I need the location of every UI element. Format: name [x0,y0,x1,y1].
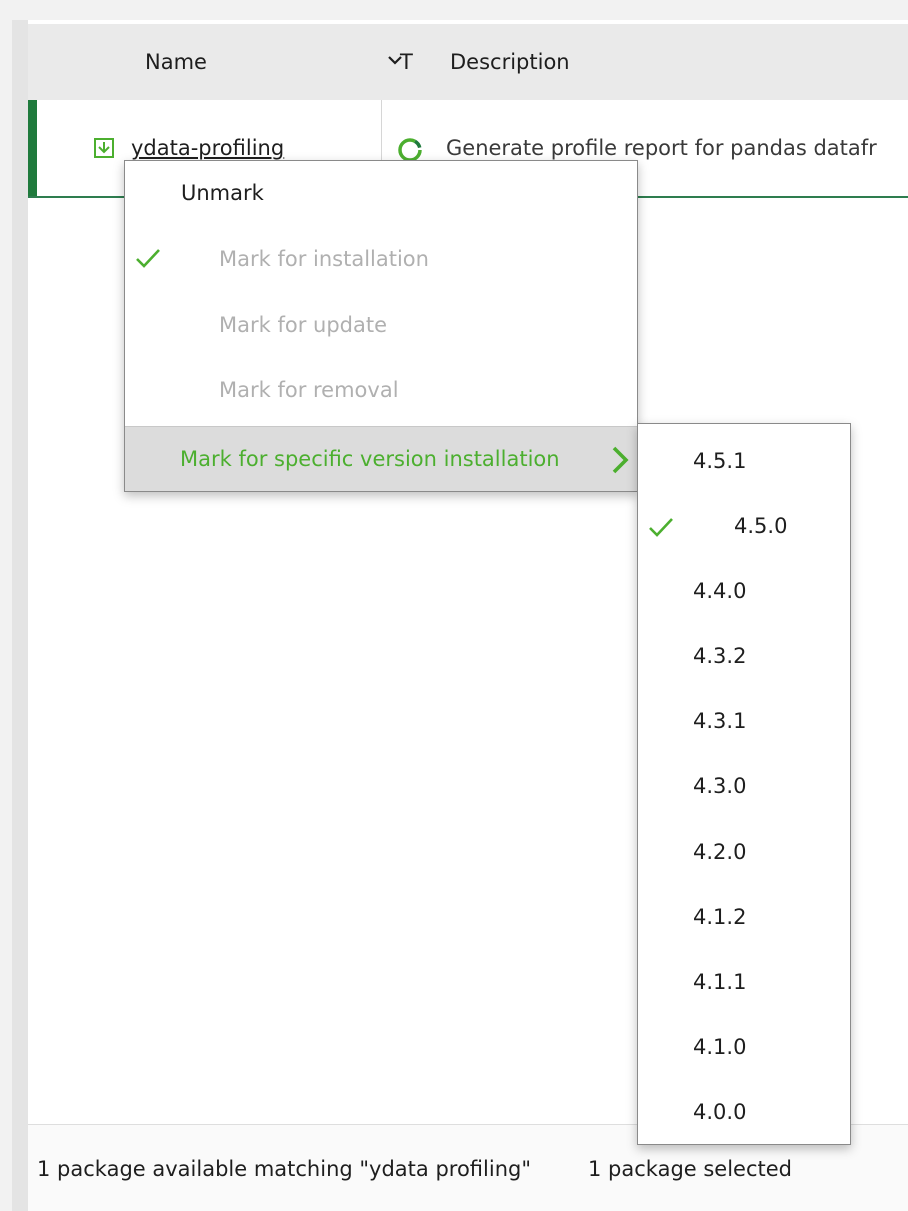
version-item[interactable]: 4.3.2 [638,624,850,689]
table-header: Name T Description [28,24,908,101]
menu-item-label: Unmark [181,181,264,205]
version-label: 4.2.0 [693,840,747,864]
context-menu: Unmark Mark for installation Mark for up… [124,160,638,492]
version-item[interactable]: 4.3.1 [638,689,850,754]
menu-item-mark-for-removal[interactable]: Mark for removal [125,358,637,422]
version-item[interactable]: 4.3.0 [638,754,850,819]
check-icon [649,518,673,537]
version-label: 4.5.1 [693,449,747,473]
menu-item-mark-for-update[interactable]: Mark for update [125,293,637,357]
check-icon [136,249,160,268]
version-item[interactable]: 4.0.0 [638,1080,850,1145]
version-label: 4.4.0 [693,579,747,603]
menu-item-label: Mark for specific version installation [180,447,560,471]
menu-item-label: Mark for installation [219,247,429,271]
selected-count: 1 package selected [588,1157,793,1181]
menu-item-label: Mark for update [219,313,387,337]
version-label: 4.3.1 [693,709,747,733]
version-item[interactable]: 4.5.0 [638,494,850,559]
version-item[interactable]: 4.5.1 [638,429,850,494]
left-panel-edge [0,0,12,1211]
package-name[interactable]: ydata-profiling [131,136,284,160]
version-label: 4.1.0 [693,1035,747,1059]
column-header-description[interactable]: Description [450,50,570,74]
version-label: 4.5.0 [734,514,788,538]
menu-item-mark-specific-version[interactable]: Mark for specific version installation [125,426,637,491]
column-header-name[interactable]: Name [145,50,207,74]
left-panel-divider [12,0,28,1211]
version-label: 4.3.0 [693,774,747,798]
version-item[interactable]: 4.1.1 [638,950,850,1015]
version-item[interactable]: 4.4.0 [638,559,850,624]
version-item[interactable]: 4.1.0 [638,1015,850,1080]
version-label: 4.1.1 [693,970,747,994]
version-submenu: 4.5.1 4.5.0 4.4.0 4.3.2 4.3.1 4.3.0 4.2.… [637,423,851,1145]
matching-count: 1 package available matching "ydata prof… [37,1157,532,1181]
version-item[interactable]: 4.2.0 [638,820,850,885]
version-label: 4.1.2 [693,905,747,929]
package-description: Generate profile report for pandas dataf… [446,136,877,160]
top-panel-edge [12,0,908,20]
version-item[interactable]: 4.1.2 [638,885,850,950]
column-separator [381,100,382,160]
row-selected-marker [28,100,37,196]
version-label: 4.3.2 [693,644,747,668]
menu-item-mark-for-installation[interactable]: Mark for installation [125,227,637,291]
menu-item-label: Mark for removal [219,378,399,402]
chevron-right-icon [612,446,629,474]
install-marked-icon[interactable] [94,138,114,158]
menu-item-unmark[interactable]: Unmark [125,161,637,225]
column-header-type[interactable]: T [400,50,413,74]
package-manager-window: Name T Description ydata-profiling Gener… [0,0,908,1211]
version-label: 4.0.0 [693,1100,747,1124]
